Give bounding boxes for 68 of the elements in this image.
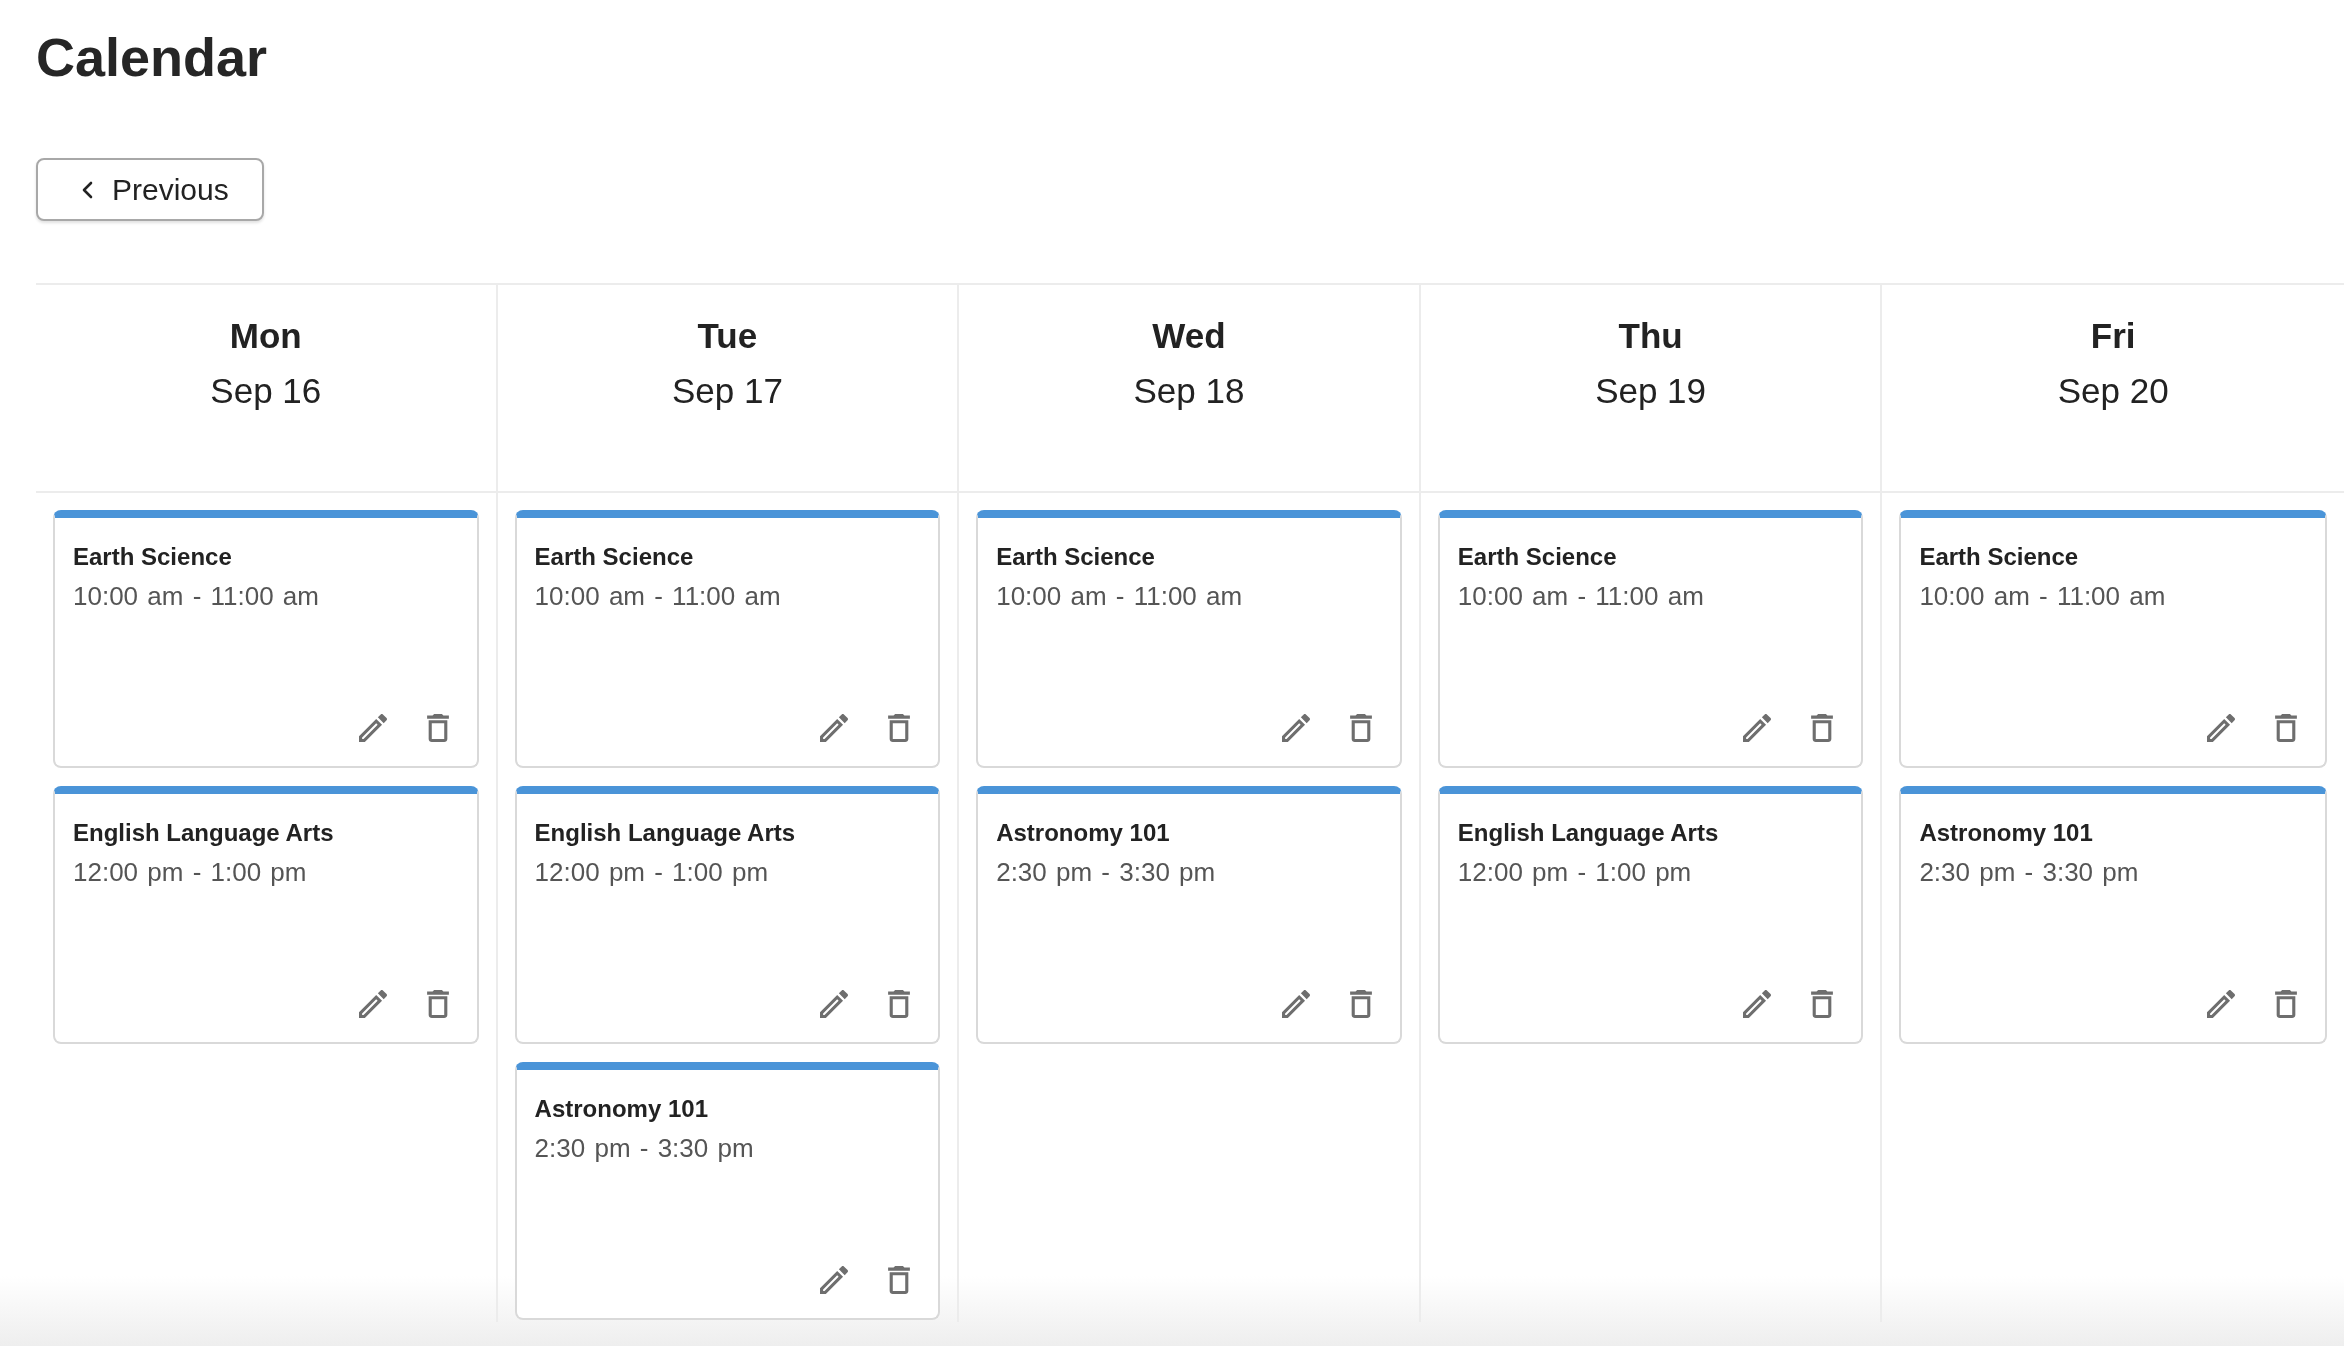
event-card[interactable]: Astronomy 101 2:30 pm - 3:30 pm [1899,786,2327,1044]
pencil-icon[interactable] [820,714,849,742]
event-title: Earth Science [996,542,1156,571]
event-time: 12:00 pm - 1:00 pm [534,857,770,888]
weekday-label: Thu [1618,315,1683,357]
trash-icon[interactable] [888,990,911,1018]
weekday-label: Tue [697,315,758,357]
date-label: Sep 18 [1133,370,1245,412]
event-time: 12:00 pm - 1:00 pm [1457,857,1693,888]
event-time: 2:30 pm - 3:30 pm [1919,857,2140,888]
pencil-icon[interactable] [1281,990,1310,1018]
pencil-icon[interactable] [2207,990,2235,1018]
event-time: 10:00 am - 11:00 am [1457,581,1705,612]
event-card[interactable]: Earth Science 10:00 am - 11:00 am [1899,510,2327,768]
event-card[interactable]: Earth Science 10:00 am - 11:00 am [976,510,1402,768]
weekday-label: Wed [1152,315,1226,357]
pencil-icon[interactable] [1281,714,1310,742]
pencil-icon[interactable] [1743,990,1772,1018]
weekday-label: Fri [2090,315,2136,357]
weekday-label: Mon [229,315,302,357]
event-time: 10:00 am - 11:00 am [996,581,1244,612]
event-time: 2:30 pm - 3:30 pm [534,1133,755,1164]
event-time: 10:00 am - 11:00 am [1919,581,2167,612]
trash-icon[interactable] [426,714,449,742]
pencil-icon[interactable] [2207,714,2235,742]
event-time: 10:00 am - 11:00 am [73,581,320,612]
event-title: Astronomy 101 [996,818,1171,847]
trash-icon[interactable] [1349,714,1372,742]
date-label: Sep 20 [2057,370,2169,412]
trash-icon[interactable] [888,714,911,742]
event-card[interactable]: English Language Arts 12:00 pm - 1:00 pm [1437,786,1864,1044]
pencil-icon[interactable] [358,714,387,742]
event-title: English Language Arts [534,818,797,847]
event-title: Astronomy 101 [1919,818,2094,847]
date-label: Sep 16 [210,370,322,412]
event-card[interactable]: Astronomy 101 2:30 pm - 3:30 pm [976,786,1402,1044]
date-label: Sep 19 [1595,370,1707,412]
event-title: English Language Arts [73,818,335,847]
trash-icon[interactable] [426,990,449,1018]
event-title: Astronomy 101 [534,1094,709,1123]
pencil-icon[interactable] [358,990,387,1018]
previous-button[interactable]: Previous [36,158,264,221]
trash-icon[interactable] [1811,714,1834,742]
trash-icon[interactable] [2275,990,2297,1018]
event-card[interactable]: Earth Science 10:00 am - 11:00 am [53,510,479,768]
event-title: Earth Science [1919,542,2080,571]
trash-icon[interactable] [888,1266,911,1294]
date-label: Sep 17 [671,370,783,412]
event-title: English Language Arts [1457,818,1720,847]
event-title: Earth Science [534,542,695,571]
event-card[interactable]: Astronomy 101 2:30 pm - 3:30 pm [514,1062,941,1320]
event-title: Earth Science [73,542,233,571]
event-card[interactable]: English Language Arts 12:00 pm - 1:00 pm [514,786,941,1044]
chevron-left-icon [81,180,93,199]
event-title: Earth Science [1457,542,1618,571]
pencil-icon[interactable] [1743,714,1772,742]
event-card[interactable]: Earth Science 10:00 am - 11:00 am [1437,510,1864,768]
trash-icon[interactable] [1811,990,1834,1018]
page-title: Calendar [36,30,268,84]
pencil-icon[interactable] [820,1266,849,1294]
event-time: 2:30 pm - 3:30 pm [996,857,1217,888]
trash-icon[interactable] [1349,990,1372,1018]
trash-icon[interactable] [2275,714,2297,742]
event-time: 10:00 am - 11:00 am [534,581,782,612]
event-time: 12:00 pm - 1:00 pm [73,857,308,888]
event-card[interactable]: English Language Arts 12:00 pm - 1:00 pm [53,786,479,1044]
pencil-icon[interactable] [820,990,849,1018]
event-card[interactable]: Earth Science 10:00 am - 11:00 am [514,510,941,768]
